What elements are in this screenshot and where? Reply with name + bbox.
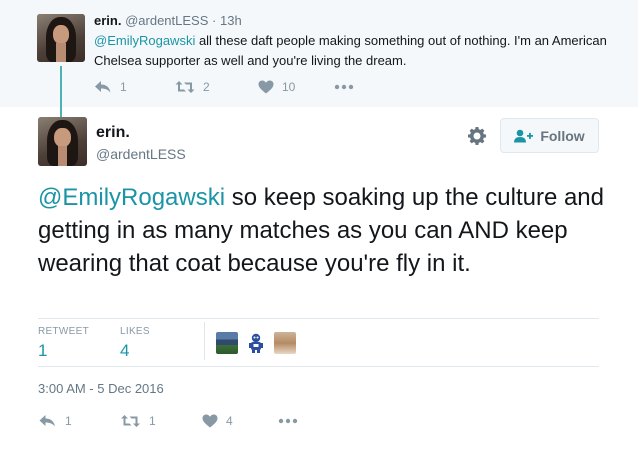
- parent-tweet-text: @EmilyRogawski all these daft people mak…: [94, 31, 614, 71]
- parent-avatar[interactable]: [37, 14, 85, 62]
- retweet-stat-label: RETWEET: [38, 326, 89, 337]
- likes-stat-label: LIKES: [120, 326, 150, 337]
- main-author-name[interactable]: erin.: [96, 124, 130, 142]
- parent-author-name[interactable]: erin.: [94, 13, 121, 28]
- reply-icon: [95, 81, 111, 93]
- parent-retweet-count: 2: [203, 80, 210, 94]
- parent-more-button[interactable]: [334, 80, 354, 94]
- retweet-icon: [121, 415, 140, 427]
- likes-stat-count[interactable]: 4: [120, 341, 129, 361]
- retweet-stat-count[interactable]: 1: [38, 341, 47, 361]
- main-reply-button[interactable]: 1: [38, 414, 72, 428]
- follow-button[interactable]: Follow: [500, 118, 599, 153]
- parent-like-count: 10: [282, 80, 296, 94]
- retweet-icon: [175, 81, 195, 93]
- main-avatar[interactable]: [38, 117, 87, 166]
- more-icon: [278, 418, 298, 424]
- more-icon: [334, 84, 354, 90]
- parent-like-button[interactable]: 10: [258, 80, 295, 94]
- main-author-handle[interactable]: @ardentLESS: [96, 146, 186, 162]
- stats-bottom-divider: [38, 366, 599, 367]
- parent-mention-link[interactable]: @EmilyRogawski: [94, 33, 195, 48]
- stats-separator: [204, 322, 205, 360]
- gear-icon[interactable]: [467, 126, 487, 146]
- parent-tweet[interactable]: erin. @ardentLESS · 13h @EmilyRogawski a…: [0, 0, 638, 107]
- parent-reply-count: 1: [120, 80, 127, 94]
- main-more-button[interactable]: [278, 414, 298, 428]
- heart-icon: [258, 80, 274, 94]
- liker-avatar[interactable]: [245, 332, 267, 354]
- parent-retweet-button[interactable]: 2: [175, 80, 210, 94]
- heart-icon: [202, 414, 218, 428]
- liker-avatar[interactable]: [274, 332, 296, 354]
- main-mention-link[interactable]: @EmilyRogawski: [38, 184, 225, 211]
- parent-author-handle[interactable]: @ardentLESS: [125, 13, 208, 28]
- parent-tweet-time[interactable]: 13h: [220, 13, 242, 28]
- parent-reply-button[interactable]: 1: [94, 80, 127, 94]
- main-like-button[interactable]: 4: [202, 414, 233, 428]
- main-retweet-button[interactable]: 1: [120, 414, 156, 428]
- mascot-image: [249, 333, 263, 353]
- main-reply-count: 1: [65, 414, 72, 428]
- stats-top-divider: [38, 318, 599, 319]
- tweet-timestamp[interactable]: 3:00 AM - 5 Dec 2016: [38, 381, 164, 396]
- main-tweet-text: @EmilyRogawski so keep soaking up the cu…: [38, 181, 608, 280]
- reply-icon: [39, 415, 55, 427]
- liker-avatar[interactable]: [216, 332, 238, 354]
- main-retweet-count: 1: [149, 414, 156, 428]
- follow-person-icon: [514, 129, 534, 142]
- conversation-thread-line: [60, 66, 62, 118]
- main-like-count: 4: [226, 414, 233, 428]
- follow-button-label: Follow: [540, 127, 585, 144]
- parent-tweet-header: erin. @ardentLESS · 13h: [94, 13, 242, 28]
